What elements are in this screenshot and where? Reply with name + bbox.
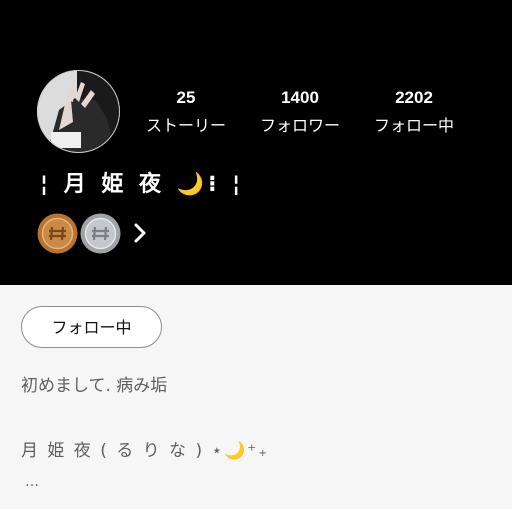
bronze-coin-badge-icon[interactable]	[37, 213, 78, 254]
following-button[interactable]: フォロー中	[21, 306, 162, 348]
badges-row[interactable]	[37, 212, 149, 254]
bio-line-2: 月 姫 夜 ( る り な ) ⋆🌙⁺₊	[21, 441, 270, 461]
following-label: フォロー中	[373, 116, 454, 135]
stories-label: ストーリー	[145, 116, 226, 135]
avatar[interactable]	[37, 70, 120, 153]
bio-more[interactable]: …	[25, 470, 39, 494]
display-name: ¦ 月 姫 夜 🌙⁝ ¦	[40, 172, 245, 197]
profile-photo-icon	[37, 70, 120, 153]
followers-count: 1400	[281, 88, 319, 107]
stories-count: 25	[176, 88, 196, 107]
following-count: 2202	[395, 88, 433, 107]
profile-header: 25 ストーリー 1400 フォロワー 2202 フォロー中 ¦ 月 姫 夜 🌙…	[0, 0, 512, 285]
followers-label: フォロワー	[259, 116, 340, 135]
stat-followers[interactable]: 1400 フォロワー	[245, 88, 355, 136]
stat-stories[interactable]: 25 ストーリー	[131, 88, 241, 136]
silver-coin-badge-icon[interactable]	[80, 213, 121, 254]
chevron-right-icon[interactable]	[131, 222, 149, 244]
stat-following[interactable]: 2202 フォロー中	[359, 88, 469, 136]
bio-line-1: 初めまして. 病み垢	[21, 376, 168, 396]
